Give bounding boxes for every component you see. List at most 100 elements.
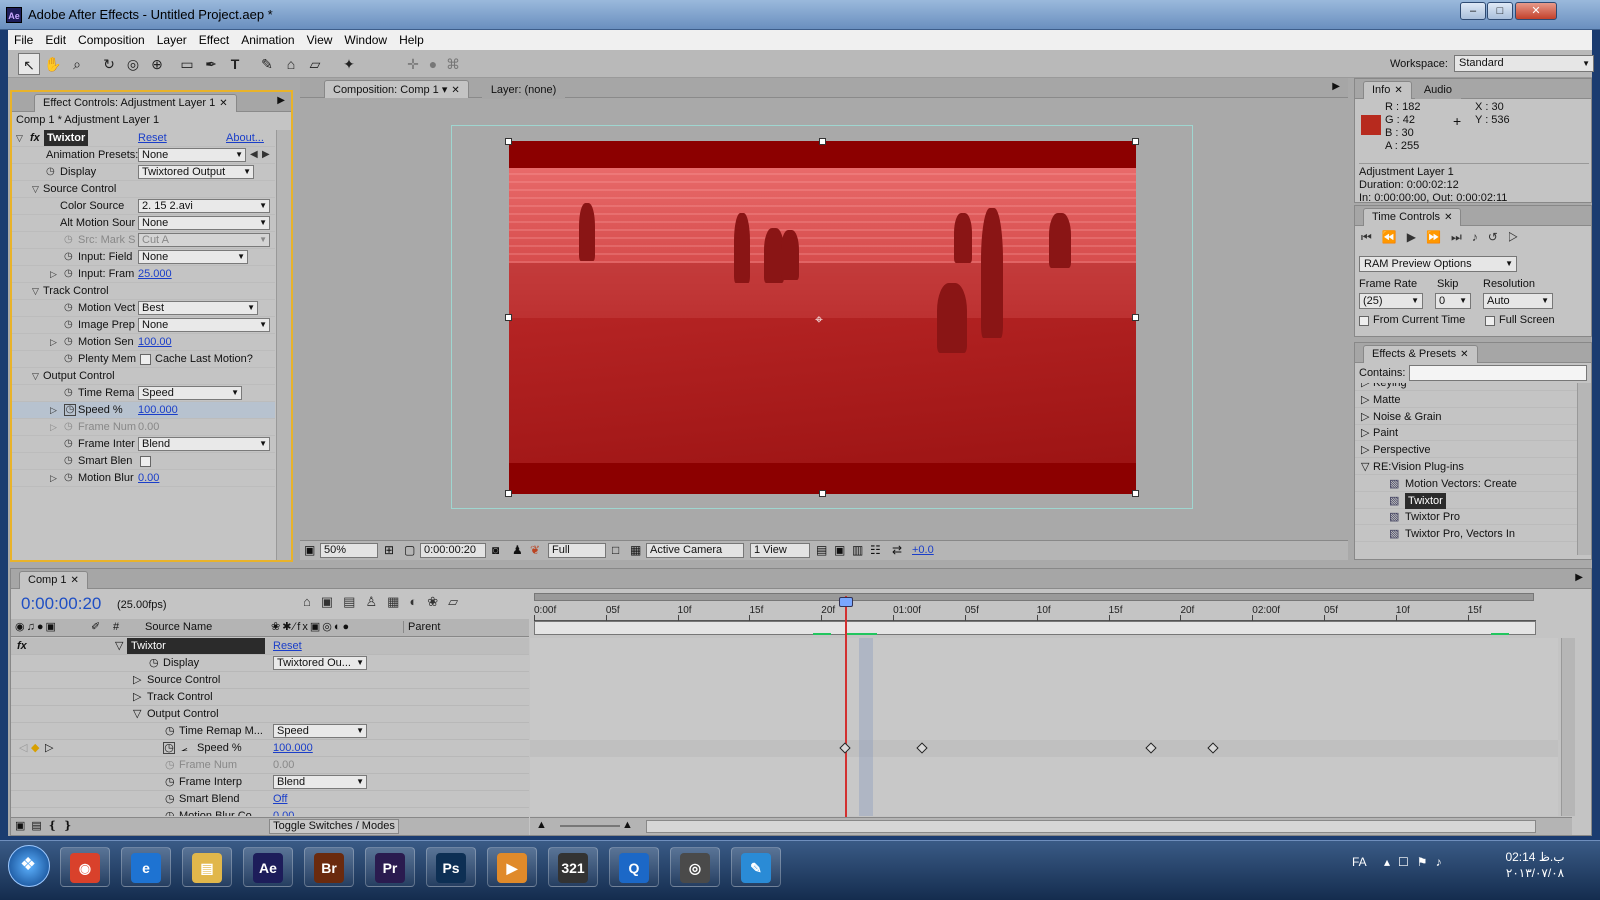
toggle-pixel-icon[interactable]: ▤: [816, 543, 827, 557]
work-area-bar[interactable]: [534, 621, 1536, 635]
media-player-icon[interactable]: ▶: [487, 847, 537, 887]
output-control-group[interactable]: ▽ Output Control: [12, 368, 275, 385]
fx-icon[interactable]: fx: [17, 638, 27, 654]
stopwatch-active-icon[interactable]: ◷: [64, 404, 76, 416]
show-snapshot-icon[interactable]: ♟: [512, 543, 523, 557]
effects-scrollbar[interactable]: [1577, 383, 1591, 555]
label-column-icon[interactable]: ✐: [91, 620, 100, 633]
expand-right-icon[interactable]: ▷: [50, 334, 57, 350]
track-control-group[interactable]: ▽ Track Control: [12, 283, 275, 300]
next-keyframe-icon[interactable]: ▷: [45, 740, 53, 756]
flag-icon[interactable]: ⚑: [1417, 855, 1436, 869]
tl-frame-interp-dropdown[interactable]: Blend: [273, 775, 367, 789]
effects-tree-item[interactable]: ▷ Matte: [1355, 392, 1577, 408]
menu-file[interactable]: File: [8, 30, 39, 47]
zoom-select[interactable]: 50%: [320, 543, 378, 558]
close-icon[interactable]: ✕: [71, 575, 79, 586]
av-features-icon[interactable]: ◉♫●▣: [15, 620, 58, 633]
keyframe-area[interactable]: [530, 638, 1558, 816]
effects-tree-item[interactable]: ▧ Twixtor Pro, Vectors In: [1355, 526, 1577, 543]
motion-sen-value[interactable]: 100.00: [138, 334, 172, 350]
panel-menu-icon[interactable]: ▶: [1575, 572, 1583, 583]
skip-select[interactable]: 0 ▼: [1435, 293, 1471, 309]
zoom-tool-icon[interactable]: ⌕: [66, 53, 88, 75]
selection-tool-icon[interactable]: ↖: [18, 53, 40, 75]
reset-exposure-icon[interactable]: ⇄: [892, 543, 902, 557]
color-source-dropdown[interactable]: 2. 15 2.avi: [138, 199, 270, 213]
tab-composition[interactable]: Composition: Comp 1 ▾ ✕: [324, 80, 469, 98]
timeline-timecode[interactable]: 0:00:00:20: [21, 594, 101, 614]
smart-blend-checkbox[interactable]: [140, 456, 151, 467]
timeline-icon[interactable]: ▥: [852, 543, 863, 557]
first-frame-icon[interactable]: ⏮: [1361, 230, 1382, 244]
alt-motion-dropdown[interactable]: None: [138, 216, 270, 230]
menu-effect[interactable]: Effect: [193, 30, 235, 47]
tab-effects-presets[interactable]: Effects & Presets ✕: [1363, 345, 1478, 363]
source-control-group[interactable]: ▽ Source Control: [12, 181, 275, 198]
explorer-icon[interactable]: ▤: [182, 847, 232, 887]
tl-motion-blur-value[interactable]: 0.00: [273, 808, 294, 816]
tab-comp1-timeline[interactable]: Comp 1 ✕: [19, 571, 88, 589]
transform-handle[interactable]: [1132, 138, 1139, 145]
stopwatch-icon[interactable]: ◷: [64, 453, 73, 469]
tl-speed-row[interactable]: ◁ ◆ ▷ ◷ ⦟ Speed % 100.000: [11, 740, 529, 757]
layer-row-twixtor[interactable]: fx ▽ Twixtor Reset: [11, 638, 529, 655]
layer-reset-link[interactable]: Reset: [273, 638, 302, 654]
expand-down-icon[interactable]: ▽: [32, 181, 39, 197]
speed-row[interactable]: ▷ ◷ Speed % 100.000: [12, 402, 275, 419]
panel-menu-icon[interactable]: ▶: [277, 95, 285, 106]
eraser-tool-icon[interactable]: ▱: [304, 53, 326, 75]
ie-icon[interactable]: e: [121, 847, 171, 887]
menu-view[interactable]: View: [301, 30, 339, 47]
after-effects-icon[interactable]: Ae: [243, 847, 293, 887]
minimize-button[interactable]: –: [1460, 2, 1486, 20]
camera-tool-icon[interactable]: ◎: [122, 53, 144, 75]
add-keyframe-icon[interactable]: ◆: [31, 740, 39, 756]
tl-smart-blend-value[interactable]: Off: [273, 791, 287, 807]
motion-vect-dropdown[interactable]: Best: [138, 301, 258, 315]
from-current-checkbox[interactable]: [1359, 316, 1369, 326]
previous-frame-icon[interactable]: ⏪: [1382, 230, 1407, 244]
tab-effect-controls[interactable]: Effect Controls: Adjustment Layer 1 ✕: [34, 94, 237, 112]
resolution-select[interactable]: Full: [548, 543, 606, 558]
expand-down-icon[interactable]: ▽: [133, 706, 141, 722]
anchor-point-icon[interactable]: ⌖: [815, 311, 823, 328]
zoom-in-icon[interactable]: ▲: [622, 819, 633, 831]
stopwatch-icon[interactable]: ◷: [165, 723, 175, 739]
full-screen-checkbox[interactable]: [1485, 316, 1495, 326]
transform-handle[interactable]: [505, 138, 512, 145]
brainstorm-icon[interactable]: ❀: [427, 594, 448, 609]
time-navigator[interactable]: [534, 593, 1534, 601]
tl-track-control-row[interactable]: ▷ Track Control: [11, 689, 529, 706]
transform-handle[interactable]: [505, 314, 512, 321]
effect-about-link[interactable]: About...: [226, 130, 264, 146]
menu-composition[interactable]: Composition: [72, 30, 151, 47]
stopwatch-icon[interactable]: ◷: [64, 334, 73, 350]
stopwatch-icon[interactable]: ◷: [64, 266, 73, 282]
region-of-interest-icon[interactable]: □: [612, 543, 619, 557]
stopwatch-icon[interactable]: ◷: [64, 300, 73, 316]
graph-icon[interactable]: ⦟: [181, 740, 188, 756]
camera-select[interactable]: Active Camera: [646, 543, 744, 558]
expand-down-icon[interactable]: ▽: [32, 368, 39, 384]
time-remap-dropdown[interactable]: Speed: [138, 386, 242, 400]
stopwatch-icon[interactable]: ◷: [64, 317, 73, 333]
tab-info[interactable]: Info ✕: [1363, 81, 1412, 99]
tab-layer[interactable]: Layer: (none): [481, 81, 566, 99]
effects-tree-item[interactable]: ▽ RE:Vision Plug-ins: [1355, 459, 1577, 475]
motion-blur-value[interactable]: 0.00: [138, 470, 159, 486]
menu-edit[interactable]: Edit: [39, 30, 72, 47]
type-tool-icon[interactable]: T: [224, 53, 246, 75]
collapse-icon[interactable]: ▽: [115, 638, 123, 654]
tab-time-controls[interactable]: Time Controls ✕: [1363, 208, 1462, 226]
channel-icon[interactable]: ❦: [530, 543, 540, 557]
clock[interactable]: 02:14 ب.ظ ۲۰۱۳/۰۷/۰۸: [1480, 849, 1590, 881]
maximize-button[interactable]: □: [1487, 2, 1513, 20]
stopwatch-icon[interactable]: ◷: [64, 351, 73, 367]
motion-blur-icon[interactable]: ◐: [409, 594, 427, 609]
input-frame-value[interactable]: 25.000: [138, 266, 172, 282]
transparency-grid-icon[interactable]: ▦: [630, 543, 641, 557]
tl-display-dropdown[interactable]: Twixtored Ou...: [273, 656, 367, 670]
cache-checkbox[interactable]: [140, 354, 151, 365]
close-icon[interactable]: ✕: [451, 85, 459, 96]
